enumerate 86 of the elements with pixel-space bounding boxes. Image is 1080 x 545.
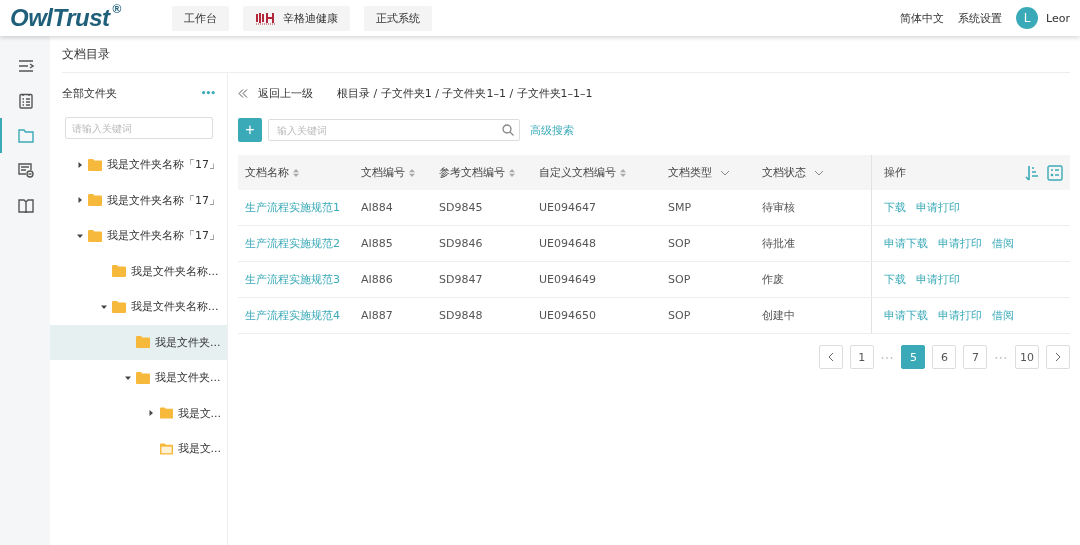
folder-icon	[159, 442, 173, 455]
tree-item[interactable]: 我是文件夹名称...	[50, 289, 227, 325]
folder-icon	[136, 336, 150, 349]
monitor-icon[interactable]	[18, 163, 34, 178]
nav-button[interactable]: 正式系统	[364, 5, 432, 31]
logo: OwlTrust$^{®}$	[9, 4, 122, 32]
column-header: 文档编号	[361, 165, 405, 180]
page-button[interactable]: 10	[1015, 345, 1039, 369]
menu-icon[interactable]	[18, 58, 34, 73]
sort-icon[interactable]	[293, 168, 299, 177]
table-cell: SD9848	[439, 309, 483, 322]
table-cell: SD9845	[439, 201, 483, 214]
table-cell: 创建中	[762, 309, 795, 322]
page-title: 文档目录	[62, 45, 110, 63]
list-icon[interactable]	[19, 92, 33, 109]
tree-item[interactable]: 我是文...	[50, 395, 227, 431]
chevron-right-icon[interactable]	[1055, 352, 1061, 362]
tree-item[interactable]: 我是文...	[50, 431, 227, 467]
tree-item[interactable]: 我是文件夹名称「17」	[50, 182, 227, 218]
folder-icon	[136, 371, 150, 384]
nav-button[interactable]: 工作台	[172, 5, 229, 31]
brand-logo-icon	[255, 11, 277, 25]
column-header: 文档名称	[245, 165, 289, 180]
table-cell: AI884	[361, 201, 393, 214]
tree-item[interactable]: 我是文件夹名称「17」	[50, 218, 227, 254]
caret-icon[interactable]	[76, 197, 83, 204]
user-name[interactable]: Leor	[1046, 11, 1070, 25]
tree-item[interactable]: 我是文件夹名称「17」	[50, 147, 227, 183]
folder-icon	[88, 194, 102, 207]
table-cell: 待审核	[762, 201, 795, 214]
double-chevron-left-icon[interactable]	[238, 88, 248, 98]
caret-icon[interactable]	[76, 232, 83, 239]
tree-item[interactable]: 我是文件夹...	[50, 360, 227, 396]
table-cell: SOP	[668, 273, 691, 286]
folder-icon	[88, 158, 102, 171]
caret-icon[interactable]	[124, 374, 131, 381]
table-cell: UE094650	[539, 309, 596, 322]
book-icon[interactable]	[18, 198, 34, 213]
table-cell: SOP	[668, 309, 691, 322]
tree-item[interactable]: 我是文件夹名称...	[50, 253, 227, 289]
table-cell: AI886	[361, 273, 393, 286]
chevron-down-icon[interactable]	[720, 169, 730, 176]
table-cell: UE094647	[539, 201, 596, 214]
table-cell: AI887	[361, 309, 393, 322]
search-field[interactable]: 输入关键词	[268, 119, 520, 141]
table-cell: SD9846	[439, 237, 483, 250]
caret-icon[interactable]	[100, 303, 107, 310]
folder-search-field[interactable]: 请输入关键词	[65, 117, 213, 139]
chevron-left-icon[interactable]	[827, 352, 834, 362]
table-cell: AI885	[361, 237, 393, 250]
table-cell: SMP	[668, 201, 692, 214]
caret-icon[interactable]	[76, 161, 83, 168]
column-header: 自定义文档编号	[539, 165, 616, 180]
nav-button[interactable]: 辛格迪健康	[243, 5, 350, 31]
table-cell: UE094648	[539, 237, 596, 250]
search-icon[interactable]	[502, 124, 514, 136]
column-header: 文档类型	[668, 165, 712, 180]
back-link[interactable]: 返回上一级	[258, 85, 313, 101]
caret-icon[interactable]	[148, 410, 155, 417]
sort-icon[interactable]	[409, 168, 415, 177]
sort-icon[interactable]	[1025, 164, 1039, 181]
table-cell: SD9847	[439, 273, 483, 286]
folder-icon	[88, 229, 102, 242]
settings-link[interactable]: 系统设置	[958, 10, 1003, 26]
folder-icon	[112, 300, 126, 313]
panel-title: 全部文件夹	[62, 85, 117, 101]
settings-icon[interactable]	[1047, 164, 1063, 181]
page-button[interactable]: 1	[849, 345, 874, 369]
folder-icon[interactable]	[18, 128, 34, 143]
table-cell: 待批准	[762, 237, 795, 250]
table-cell: 作废	[762, 273, 784, 286]
sort-icon[interactable]	[620, 168, 626, 177]
folder-icon	[112, 265, 126, 278]
column-header: 操作	[883, 164, 906, 180]
sort-icon[interactable]	[509, 168, 515, 177]
breadcrumb: 根目录 / 子文件夹1 / 子文件夹1–1 / 子文件夹1–1–1	[337, 85, 593, 101]
table-cell: SOP	[668, 237, 691, 250]
page-button[interactable]: 6	[932, 345, 957, 369]
column-header: 参考文档编号	[439, 165, 505, 180]
chevron-down-icon[interactable]	[814, 169, 824, 176]
language-link[interactable]: 简体中文	[900, 10, 945, 26]
page-button[interactable]: 7	[963, 345, 988, 369]
table-cell: UE094649	[539, 273, 596, 286]
column-header: 文档状态	[762, 165, 806, 180]
tree-item[interactable]: 我是文件夹...	[50, 324, 227, 360]
folder-icon	[159, 407, 173, 420]
